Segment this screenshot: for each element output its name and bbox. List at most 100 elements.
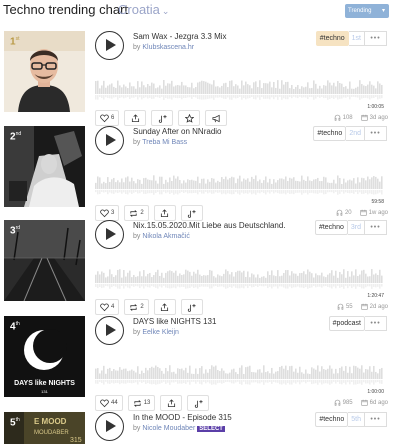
artist-link[interactable]: Eelke Kleijn bbox=[142, 329, 179, 336]
genre-tag[interactable]: #techno bbox=[315, 31, 349, 46]
track-artwork[interactable]: E MOOD MOUDABER 315 5th bbox=[4, 412, 85, 444]
repost-icon bbox=[130, 303, 138, 311]
tag-group: #techno 1st ••• bbox=[315, 31, 387, 46]
artist-link[interactable]: Klubskascena.hr bbox=[142, 44, 194, 51]
more-options-icon[interactable]: ••• bbox=[365, 31, 387, 46]
heart-icon bbox=[100, 302, 109, 311]
star-icon bbox=[184, 113, 194, 123]
promote-button[interactable] bbox=[205, 110, 228, 126]
favorite-button[interactable] bbox=[178, 110, 201, 126]
like-button[interactable]: 6 bbox=[95, 110, 120, 126]
art-title: DAYS like NIGHTS bbox=[14, 380, 75, 387]
track-title[interactable]: Nix.15.05.2020.Mit Liebe aus Deutschland… bbox=[133, 221, 286, 230]
genre-tag[interactable]: #techno bbox=[314, 220, 348, 235]
track-artwork[interactable]: 3rd bbox=[4, 220, 85, 301]
upload-age: 1w ago bbox=[360, 209, 388, 216]
more-options-icon[interactable]: ••• bbox=[365, 126, 387, 141]
repost-icon bbox=[133, 399, 141, 407]
play-button[interactable] bbox=[95, 126, 124, 155]
headphones-icon bbox=[336, 209, 343, 216]
track-title[interactable]: Sam Wax - Jezgra 3.3 Mix bbox=[133, 32, 227, 41]
share-button[interactable] bbox=[153, 299, 176, 315]
country-selector[interactable]: Croatia ⌄ bbox=[118, 2, 169, 17]
add-to-playlist-button[interactable] bbox=[180, 205, 203, 221]
page-title: Techno trending chart bbox=[3, 2, 129, 17]
play-count: 20 bbox=[336, 209, 352, 216]
add-to-playlist-icon bbox=[158, 114, 167, 123]
play-button[interactable] bbox=[95, 31, 124, 60]
share-icon bbox=[161, 302, 169, 311]
track-title[interactable]: DAYS like NIGHTS 131 bbox=[133, 317, 216, 326]
tag-group: #podcast ••• bbox=[328, 316, 387, 331]
like-button[interactable]: 44 bbox=[95, 395, 123, 411]
play-button[interactable] bbox=[95, 220, 124, 249]
play-button[interactable] bbox=[95, 412, 124, 441]
repost-button[interactable]: 2 bbox=[124, 299, 149, 315]
waveform[interactable] bbox=[95, 161, 383, 199]
trending-label: Trending bbox=[348, 8, 372, 14]
share-icon bbox=[131, 113, 139, 122]
track-title[interactable]: In the MOOD - Episode 315 bbox=[133, 413, 232, 422]
track-item: 3rd Nix.15.05.2020.Mit Liebe aus Deutsch… bbox=[0, 220, 400, 316]
calendar-icon bbox=[361, 114, 368, 121]
trending-dropdown-button[interactable]: Trending ▾ bbox=[345, 4, 389, 18]
more-options-icon[interactable]: ••• bbox=[365, 316, 387, 331]
add-to-playlist-button[interactable] bbox=[187, 395, 210, 411]
like-button[interactable]: 4 bbox=[95, 299, 120, 315]
calendar-icon bbox=[361, 399, 368, 406]
artist-link[interactable]: Nicole Moudaber bbox=[142, 425, 195, 432]
track-stats: 985 6d ago bbox=[334, 399, 388, 406]
chart-header: Techno trending chart Croatia ⌄ Trending … bbox=[0, 0, 400, 26]
add-to-playlist-button[interactable] bbox=[180, 299, 203, 315]
artist-link[interactable]: Treba Mi Bass bbox=[142, 139, 187, 146]
chevron-down-icon: ⌄ bbox=[161, 6, 170, 16]
heart-icon bbox=[100, 208, 109, 217]
track-item: DAYS like NIGHTS 131 4th DAYS like NIGHT… bbox=[0, 316, 400, 412]
add-to-playlist-icon bbox=[188, 209, 196, 218]
track-item: 2nd Sunday After on NNradio by Treba Mi … bbox=[0, 126, 400, 222]
chart-position: 1st bbox=[348, 31, 365, 46]
tag-group: #techno 5th ••• bbox=[315, 412, 387, 427]
repost-button[interactable]: 13 bbox=[127, 395, 156, 411]
caret-down-icon: ▾ bbox=[381, 8, 385, 14]
track-stats: 20 1w ago bbox=[336, 209, 388, 216]
play-button[interactable] bbox=[95, 316, 124, 345]
waveform[interactable] bbox=[95, 66, 383, 104]
track-title[interactable]: Sunday After on NNradio bbox=[133, 127, 222, 136]
add-to-playlist-button[interactable] bbox=[151, 110, 174, 126]
calendar-icon bbox=[361, 303, 368, 310]
headphones-icon bbox=[334, 399, 340, 406]
waveform[interactable] bbox=[95, 351, 383, 389]
genre-tag[interactable]: #techno bbox=[313, 126, 347, 141]
like-button[interactable]: 3 bbox=[95, 205, 120, 221]
action-bar: 44 13 bbox=[95, 395, 210, 411]
repost-button[interactable]: 2 bbox=[124, 205, 149, 221]
calendar-icon bbox=[360, 209, 367, 216]
track-byline: by Klubskascena.hr bbox=[133, 44, 195, 51]
track-stats: 55 2d ago bbox=[337, 303, 388, 310]
headphones-icon bbox=[337, 303, 344, 310]
track-duration: 1:00:00 bbox=[367, 389, 384, 395]
track-artwork[interactable]: 2nd bbox=[4, 126, 85, 207]
waveform[interactable] bbox=[95, 255, 383, 293]
genre-tag[interactable]: #techno bbox=[315, 412, 349, 427]
action-bar: 3 2 bbox=[95, 205, 203, 221]
share-icon bbox=[167, 398, 175, 407]
track-artwork[interactable]: 1st bbox=[4, 31, 85, 112]
more-options-icon[interactable]: ••• bbox=[365, 412, 387, 427]
artist-link[interactable]: Nikola Akmačić bbox=[142, 233, 189, 240]
headphones-icon bbox=[334, 114, 340, 121]
repost-count: 2 bbox=[140, 304, 144, 310]
upload-age: 6d ago bbox=[361, 399, 388, 406]
art-number: 131 bbox=[41, 389, 48, 394]
genre-tag[interactable]: #podcast bbox=[328, 316, 365, 331]
art-number: 315 bbox=[70, 437, 82, 444]
more-options-icon[interactable]: ••• bbox=[365, 220, 387, 235]
track-byline: by Nicole Moudaber SELECT bbox=[133, 425, 225, 432]
share-button[interactable] bbox=[124, 110, 147, 126]
track-artwork[interactable]: DAYS like NIGHTS 131 4th bbox=[4, 316, 85, 397]
rank-label: 4th bbox=[10, 321, 20, 333]
share-button[interactable] bbox=[153, 205, 176, 221]
rank-label: 1st bbox=[10, 36, 20, 48]
share-button[interactable] bbox=[160, 395, 183, 411]
